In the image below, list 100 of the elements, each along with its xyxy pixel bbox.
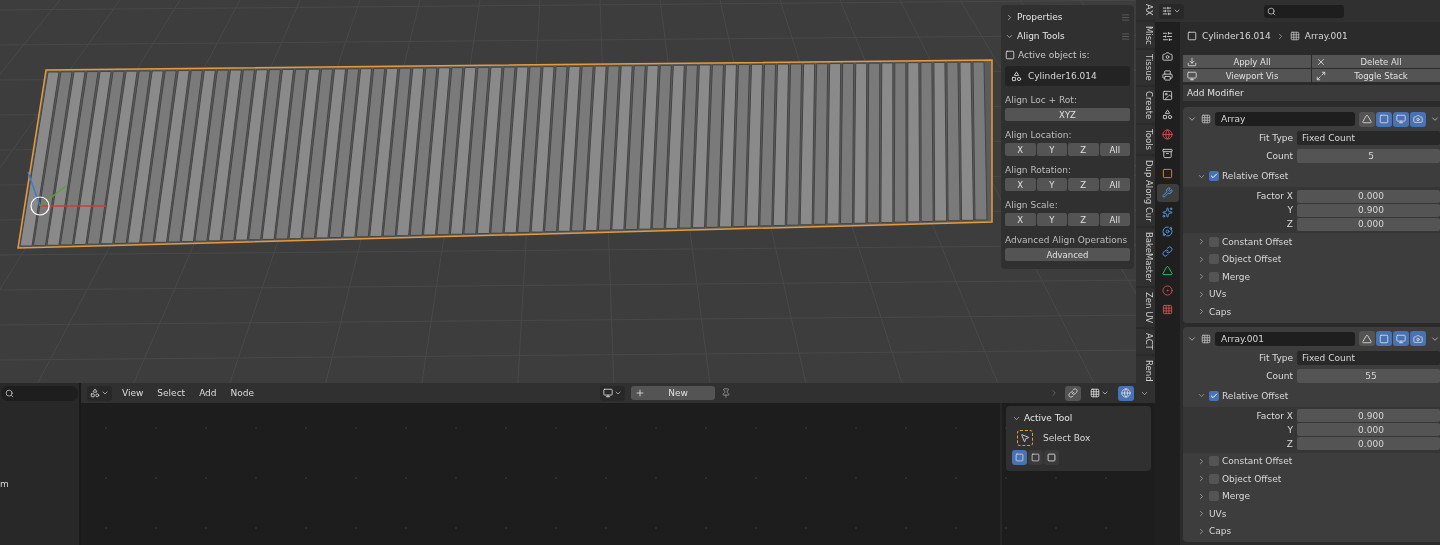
align-button[interactable]: Y xyxy=(1036,143,1067,156)
new-button[interactable]: New xyxy=(631,386,716,400)
align-button[interactable]: X xyxy=(1005,143,1036,156)
selection-mode-icon[interactable] xyxy=(1044,450,1059,465)
select-box-icon[interactable] xyxy=(1017,430,1033,446)
action-button[interactable]: Apply All xyxy=(1183,55,1311,68)
sidebar-tab[interactable]: Tools xyxy=(1136,125,1155,155)
dropdown-caret-icon[interactable] xyxy=(1430,114,1440,124)
align-button[interactable]: All xyxy=(1099,143,1130,156)
camera-toggle-icon[interactable] xyxy=(1410,111,1426,127)
object-field[interactable]: Cylinder16.014 xyxy=(1005,66,1130,86)
search-icon xyxy=(5,389,14,398)
close-icon xyxy=(1316,56,1326,67)
collapse-toggle[interactable] xyxy=(1197,254,1206,264)
link-toggle-icon[interactable] xyxy=(1065,385,1081,401)
active-object-label: Active object is: xyxy=(1018,50,1090,60)
search-field[interactable] xyxy=(1264,4,1344,18)
number-field[interactable]: 0.000 xyxy=(1297,217,1440,231)
align-button[interactable]: XYZ xyxy=(1005,108,1130,121)
number-field[interactable]: 0.000 xyxy=(1297,437,1440,450)
sidebar-tab[interactable]: Misc xyxy=(1136,21,1155,49)
sidebar-tab[interactable]: Rend xyxy=(1136,356,1155,383)
subpanel-title: UVs xyxy=(1209,289,1227,300)
modifier-name-field[interactable]: Array xyxy=(1215,112,1355,126)
collapse-toggle[interactable] xyxy=(1197,526,1206,536)
editor-type-button[interactable] xyxy=(87,385,112,401)
count-field[interactable]: 5 xyxy=(1297,149,1440,163)
pin-icon[interactable] xyxy=(721,388,732,398)
align-button[interactable]: All xyxy=(1099,178,1130,191)
editor-type-button[interactable] xyxy=(1159,3,1184,19)
sidebar-tab[interactable]: Zen UV xyxy=(1136,288,1155,328)
collapse-toggle[interactable] xyxy=(1197,456,1206,466)
breadcrumb-item: Array.001 xyxy=(1304,31,1348,41)
align-button[interactable]: Z xyxy=(1068,178,1099,191)
panel-title: Align Tools xyxy=(1017,31,1065,41)
selection-mode-icon[interactable] xyxy=(1012,450,1027,465)
array-modifier-icon xyxy=(1201,333,1211,344)
sidebar-tab[interactable]: Tissue xyxy=(1136,50,1155,86)
caret-icon xyxy=(101,389,109,397)
monitor-toggle-icon[interactable] xyxy=(1393,331,1409,346)
sidebar-tab[interactable]: BakeMaster xyxy=(1136,228,1155,287)
shapes-icon xyxy=(90,388,100,398)
checkbox[interactable] xyxy=(1209,390,1219,401)
align-button[interactable]: Z xyxy=(1068,143,1099,156)
download-icon xyxy=(1187,56,1197,67)
align-button[interactable]: X xyxy=(1005,178,1036,191)
overlay-toggle-icon[interactable] xyxy=(1118,385,1134,401)
collapse-toggle[interactable] xyxy=(1197,307,1206,317)
fit-type-dropdown[interactable]: Fixed Count xyxy=(1297,350,1440,365)
number-field[interactable]: 0.000 xyxy=(1297,189,1440,203)
sidebar-tab[interactable]: AX xyxy=(1136,0,1155,20)
fit-type-dropdown[interactable]: Fixed Count xyxy=(1297,131,1440,145)
search-field[interactable] xyxy=(1,386,78,401)
align-button[interactable]: Z xyxy=(1068,213,1099,226)
align-button[interactable]: X xyxy=(1005,213,1036,226)
browse-button[interactable] xyxy=(600,385,626,401)
monitor-toggle-icon[interactable] xyxy=(1393,111,1409,127)
collapse-toggle[interactable] xyxy=(1197,509,1206,519)
sidebar-tab[interactable]: Create xyxy=(1136,87,1155,124)
align-button[interactable]: Y xyxy=(1036,178,1067,191)
collapse-toggle[interactable] xyxy=(1197,237,1206,247)
add-modifier-button[interactable]: Add Modifier xyxy=(1183,85,1440,101)
modifier-tab-icon[interactable] xyxy=(1156,184,1179,202)
collapse-toggle[interactable] xyxy=(1197,474,1206,484)
collapse-toggle[interactable] xyxy=(1197,289,1206,299)
menu-item[interactable]: Select xyxy=(153,388,190,398)
menu-item[interactable]: View xyxy=(118,388,148,398)
modifier-name-field[interactable]: Array.001 xyxy=(1215,331,1355,346)
sidebar-tab[interactable]: ACT xyxy=(1136,329,1155,355)
collapse-toggle[interactable] xyxy=(1197,391,1206,400)
collapse-toggle[interactable] xyxy=(1197,491,1206,501)
number-field[interactable]: 0.000 xyxy=(1297,423,1440,436)
group-label: Align Loc + Rot: xyxy=(1005,94,1078,105)
align-button[interactable]: All xyxy=(1099,213,1130,226)
collapse-toggle[interactable] xyxy=(1197,272,1206,282)
checkbox[interactable] xyxy=(1209,171,1219,181)
group-label: Align Rotation: xyxy=(1005,164,1073,175)
menu-item[interactable]: Add xyxy=(195,388,221,398)
outliner-text: m xyxy=(0,479,10,489)
number-field[interactable]: 0.900 xyxy=(1297,203,1440,217)
number-field[interactable]: 0.900 xyxy=(1297,409,1440,422)
action-button[interactable]: Viewport Vis xyxy=(1183,69,1311,82)
camera-toggle-icon[interactable] xyxy=(1410,331,1426,346)
caret-icon xyxy=(614,389,623,397)
drag-handle-icon[interactable] xyxy=(1121,31,1130,41)
drag-handle-icon[interactable] xyxy=(1121,12,1130,22)
field-label: Fit Type xyxy=(1257,133,1293,143)
action-button[interactable]: Delete All xyxy=(1312,55,1440,68)
count-field[interactable]: 55 xyxy=(1297,368,1440,383)
align-button[interactable]: Y xyxy=(1036,213,1067,226)
sidebar-tab[interactable]: Dup Along Cur xyxy=(1136,156,1155,227)
selection-mode-icon[interactable] xyxy=(1028,450,1043,465)
action-button[interactable]: Toggle Stack xyxy=(1312,69,1440,82)
collapse-toggle[interactable] xyxy=(1005,12,1014,22)
collapse-toggle[interactable] xyxy=(1187,114,1197,124)
subpanel-title: Constant Offset xyxy=(1222,456,1293,467)
triangle-toggle-icon[interactable] xyxy=(1359,331,1375,346)
menu-item[interactable]: Node xyxy=(226,388,259,398)
triangle-toggle-icon[interactable] xyxy=(1359,111,1375,127)
align-button[interactable]: Advanced xyxy=(1005,248,1130,261)
